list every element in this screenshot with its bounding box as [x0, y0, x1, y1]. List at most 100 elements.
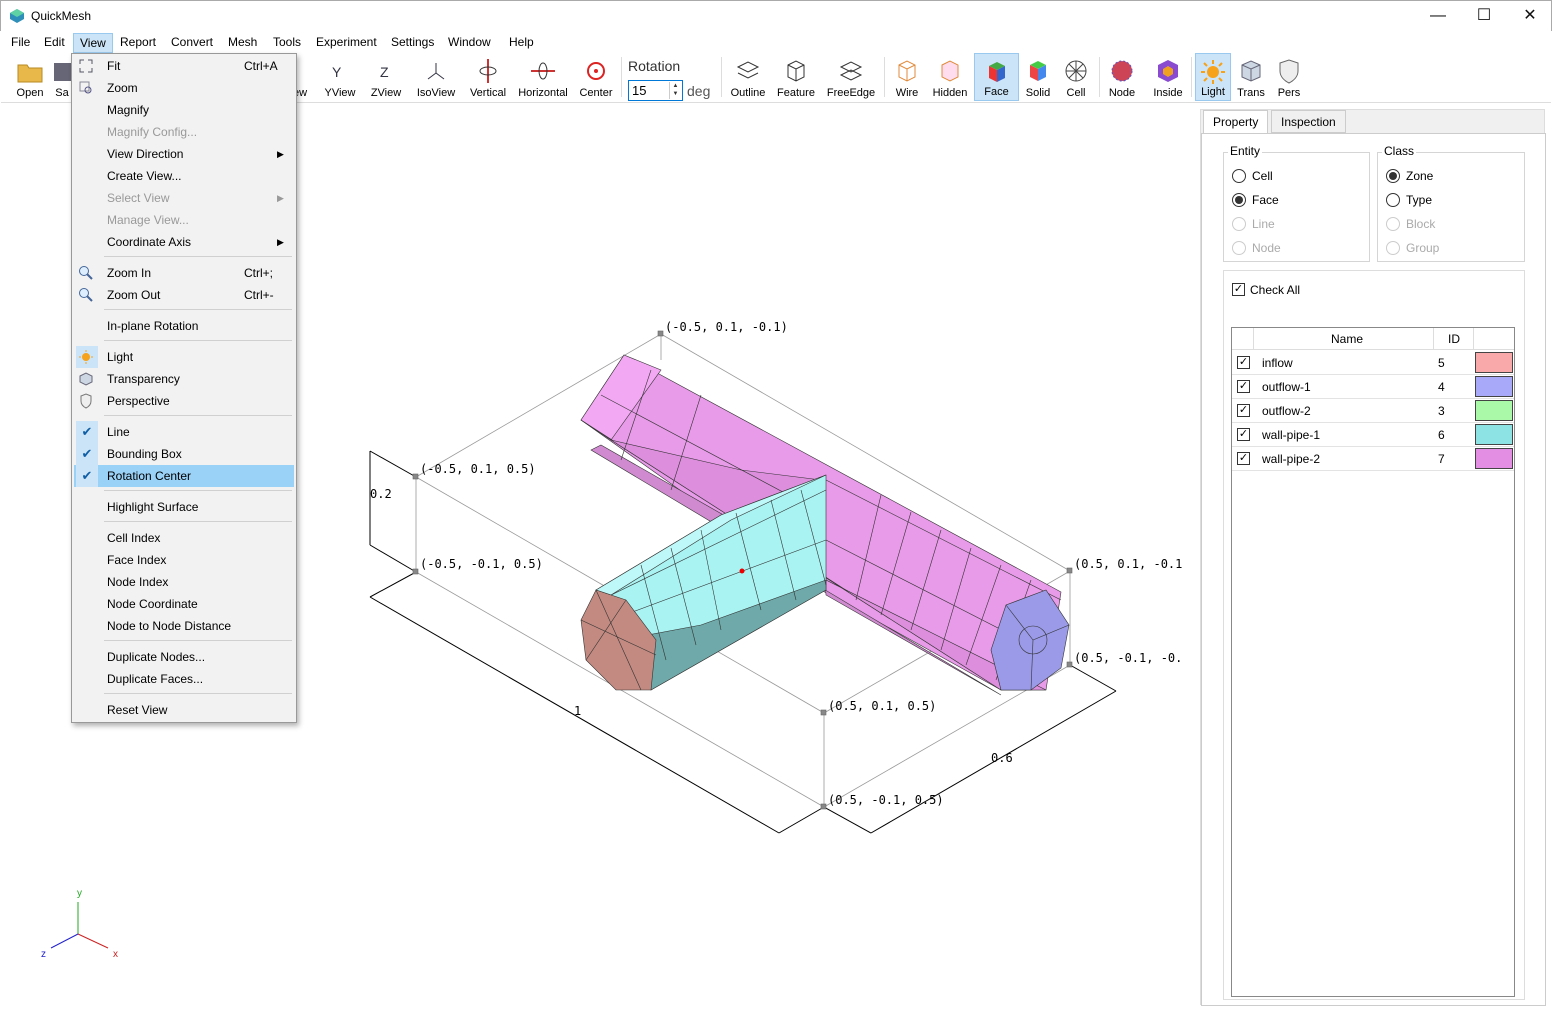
menu-item-node-index[interactable]: Node Index: [74, 571, 294, 593]
menu-item-node-coordinate[interactable]: Node Coordinate: [74, 593, 294, 615]
wire-button[interactable]: Wire: [887, 53, 927, 101]
menu-item-reset-view[interactable]: Reset View: [74, 699, 294, 721]
row-color-swatch[interactable]: [1475, 448, 1513, 469]
menu-item-line[interactable]: ✔ Line: [74, 421, 294, 443]
axis-y-label: y: [77, 888, 82, 899]
row-checkbox[interactable]: ✓: [1237, 428, 1250, 441]
menu-item-inplane-rotation[interactable]: In-plane Rotation: [74, 315, 294, 337]
menu-settings[interactable]: Settings: [385, 33, 440, 53]
table-row[interactable]: ✓ outflow-1 4: [1232, 375, 1514, 399]
save-button[interactable]: Sa: [51, 53, 73, 101]
light-button[interactable]: Light: [1195, 53, 1231, 101]
inside-button[interactable]: Inside: [1147, 53, 1189, 101]
close-button[interactable]: ✕: [1507, 1, 1552, 31]
maximize-button[interactable]: ☐: [1461, 1, 1507, 31]
feature-button[interactable]: Feature: [773, 53, 819, 101]
menu-item-coordinate-axis[interactable]: Coordinate Axis ▶: [74, 231, 294, 253]
rotation-spinner[interactable]: ▲ ▼: [669, 82, 681, 99]
yview-button[interactable]: Y YView: [319, 53, 361, 101]
row-checkbox[interactable]: ✓: [1237, 452, 1250, 465]
menu-report[interactable]: Report: [114, 33, 162, 53]
center-button[interactable]: Center: [575, 53, 617, 101]
class-zone-radio[interactable]: Zone: [1386, 169, 1433, 185]
menu-item-zoom[interactable]: Zoom: [74, 77, 294, 99]
zview-button[interactable]: Z ZView: [365, 53, 407, 101]
menu-item-node-distance[interactable]: Node to Node Distance: [74, 615, 294, 637]
trans-button[interactable]: Trans: [1233, 53, 1269, 101]
table-row[interactable]: ✓ outflow-2 3: [1232, 399, 1514, 423]
node-button[interactable]: Node: [1103, 53, 1141, 101]
menu-tools[interactable]: Tools: [267, 33, 307, 53]
menu-item-zoom-out[interactable]: Zoom Out Ctrl+-: [74, 284, 294, 306]
class-block-radio[interactable]: Block: [1386, 217, 1435, 233]
menu-item-view-direction[interactable]: View Direction ▶: [74, 143, 294, 165]
minimize-button[interactable]: —: [1415, 1, 1461, 31]
menu-view[interactable]: View: [73, 33, 113, 53]
row-checkbox[interactable]: ✓: [1237, 356, 1250, 369]
rotation-angle-input[interactable]: 15 ▲ ▼: [628, 80, 683, 101]
rotation-label: Rotation: [628, 58, 681, 74]
vertical-button[interactable]: Vertical: [465, 53, 511, 101]
open-button[interactable]: Open: [9, 53, 51, 101]
hidden-button[interactable]: Hidden: [929, 53, 971, 101]
menu-item-create-view[interactable]: Create View...: [74, 165, 294, 187]
row-color-swatch[interactable]: [1475, 424, 1513, 445]
svg-text:Y: Y: [332, 64, 342, 80]
solid-button[interactable]: Solid: [1021, 53, 1055, 101]
menu-item-manage-view[interactable]: Manage View...: [74, 209, 294, 231]
menu-item-highlight-surface[interactable]: Highlight Surface: [74, 496, 294, 518]
menu-item-duplicate-faces[interactable]: Duplicate Faces...: [74, 668, 294, 690]
menu-item-light[interactable]: Light: [74, 346, 294, 368]
menu-item-select-view[interactable]: Select View ▶: [74, 187, 294, 209]
menu-help[interactable]: Help: [503, 33, 540, 53]
property-tab-body: Entity Cell Face Line Node Class Zone Ty…: [1201, 133, 1546, 1006]
tab-property[interactable]: Property: [1203, 110, 1269, 134]
row-color-swatch[interactable]: [1475, 400, 1513, 421]
table-row[interactable]: ✓ wall-pipe-2 7: [1232, 447, 1514, 471]
isoview-button[interactable]: IsoView: [413, 53, 459, 101]
menu-item-cell-index[interactable]: Cell Index: [74, 527, 294, 549]
cell-button[interactable]: Cell: [1059, 53, 1093, 101]
menu-item-transparency[interactable]: Transparency: [74, 368, 294, 390]
menu-item-face-index[interactable]: Face Index: [74, 549, 294, 571]
menu-item-bounding-box[interactable]: ✔ Bounding Box: [74, 443, 294, 465]
menu-file[interactable]: File: [5, 33, 36, 53]
menu-convert[interactable]: Convert: [165, 33, 219, 53]
menu-edit[interactable]: Edit: [38, 33, 71, 53]
menu-item-magnify-config[interactable]: Magnify Config...: [74, 121, 294, 143]
menu-experiment[interactable]: Experiment: [310, 33, 383, 53]
check-all-checkbox[interactable]: ✓: [1232, 283, 1245, 296]
menu-item-duplicate-nodes[interactable]: Duplicate Nodes...: [74, 646, 294, 668]
entity-cell-radio[interactable]: Cell: [1232, 169, 1273, 185]
dimension-height-label: 0.2: [370, 487, 392, 501]
table-row[interactable]: ✓ inflow 5: [1232, 351, 1514, 375]
axis-x-label: x: [113, 949, 118, 960]
menu-item-fit[interactable]: Fit Ctrl+A: [74, 55, 294, 77]
menu-item-zoom-in[interactable]: Zoom In Ctrl+;: [74, 262, 294, 284]
column-id-header: ID: [1448, 332, 1460, 346]
row-checkbox[interactable]: ✓: [1237, 380, 1250, 393]
row-checkbox[interactable]: ✓: [1237, 404, 1250, 417]
entity-face-radio[interactable]: Face: [1232, 193, 1279, 209]
face-button[interactable]: Face: [974, 53, 1019, 101]
menu-item-perspective[interactable]: Perspective: [74, 390, 294, 412]
class-type-radio[interactable]: Type: [1386, 193, 1432, 209]
pers-button[interactable]: Pers: [1271, 53, 1307, 101]
menu-window[interactable]: Window: [442, 33, 497, 53]
row-color-swatch[interactable]: [1475, 376, 1513, 397]
row-color-swatch[interactable]: [1475, 352, 1513, 373]
row-name: inflow: [1262, 356, 1293, 370]
menu-mesh[interactable]: Mesh: [222, 33, 263, 53]
row-id: 7: [1438, 452, 1445, 466]
iso-axis-icon: [427, 63, 445, 80]
entity-node-radio[interactable]: Node: [1232, 241, 1281, 257]
tab-inspection[interactable]: Inspection: [1271, 110, 1346, 133]
menu-item-magnify[interactable]: Magnify: [74, 99, 294, 121]
menu-item-rotation-center[interactable]: ✔ Rotation Center: [74, 465, 294, 487]
outline-button[interactable]: Outline: [727, 53, 769, 101]
entity-line-radio[interactable]: Line: [1232, 217, 1275, 233]
table-row[interactable]: ✓ wall-pipe-1 6: [1232, 423, 1514, 447]
horizontal-button[interactable]: Horizontal: [515, 53, 571, 101]
freeedge-button[interactable]: FreeEdge: [823, 53, 879, 101]
class-group-radio[interactable]: Group: [1386, 241, 1439, 257]
